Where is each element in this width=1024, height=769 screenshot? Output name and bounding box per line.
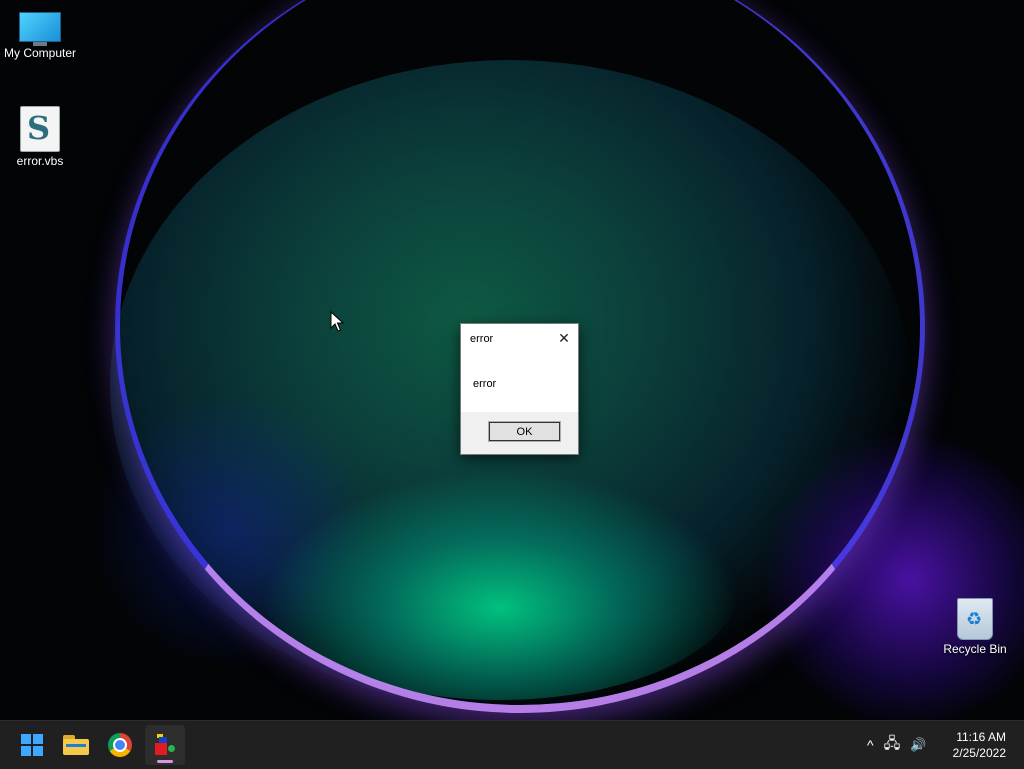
system-tray: ^ 🖧 🔊 [862,721,932,769]
app-icon [153,733,177,757]
folder-icon [63,735,89,755]
clock-time: 11:16 AM [956,730,1006,744]
network-icon[interactable]: 🖧 [884,733,901,758]
dialog-title: error [470,333,494,345]
desktop-icon-error-vbs[interactable]: S error.vbs [0,106,80,168]
taskbar-clock[interactable]: 11:16 AM 2/25/2022 [953,729,1006,761]
close-icon[interactable]: ✕ [556,330,572,346]
windows-logo-icon [21,734,43,756]
volume-icon[interactable]: 🔊 [910,737,926,753]
chrome-icon [108,733,132,757]
desktop-icon-label: error.vbs [16,154,64,168]
ok-button[interactable]: OK [488,421,561,442]
dialog-message: error [473,378,497,390]
desktop-icon-my-computer[interactable]: My Computer [0,2,80,60]
start-button[interactable] [12,725,52,765]
file-explorer-button[interactable] [56,725,96,765]
dialog-content: error ✕ error [461,324,578,412]
taskbar: ^ 🖧 🔊 11:16 AM 2/25/2022 [0,720,1024,769]
mouse-cursor-icon [330,311,344,332]
active-app-indicator [157,760,173,763]
desktop-icon-recycle-bin[interactable]: ♻ Recycle Bin [935,598,1015,656]
chevron-up-icon[interactable]: ^ [867,737,874,753]
recycle-bin-icon: ♻ [957,598,993,640]
desktop-icon-label: My Computer [3,46,77,60]
computer-icon [19,12,61,46]
running-app-button[interactable] [145,725,185,765]
chrome-button[interactable] [100,725,140,765]
desktop-icon-label: Recycle Bin [943,642,1007,656]
error-dialog: error ✕ error OK [460,323,579,455]
clock-date: 2/25/2022 [952,746,1006,760]
script-file-icon: S [20,106,60,152]
